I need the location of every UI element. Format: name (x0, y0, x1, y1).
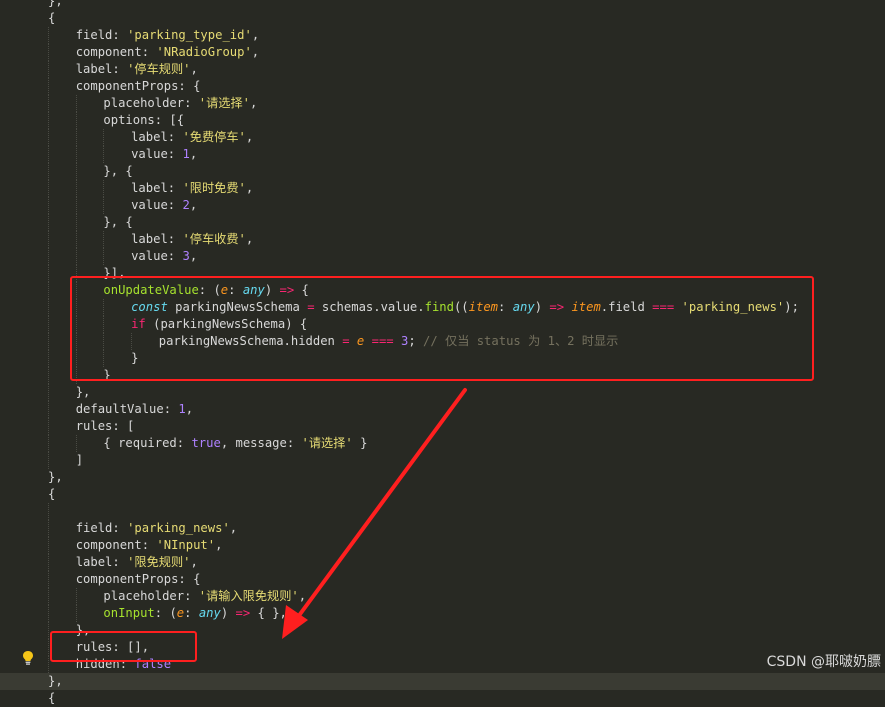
code-token: { (48, 691, 56, 705)
code-line: { (0, 690, 885, 707)
annotation-arrow (282, 388, 467, 639)
code-text: { (48, 690, 55, 707)
watermark: CSDN @耶啵奶膘 (766, 654, 881, 670)
